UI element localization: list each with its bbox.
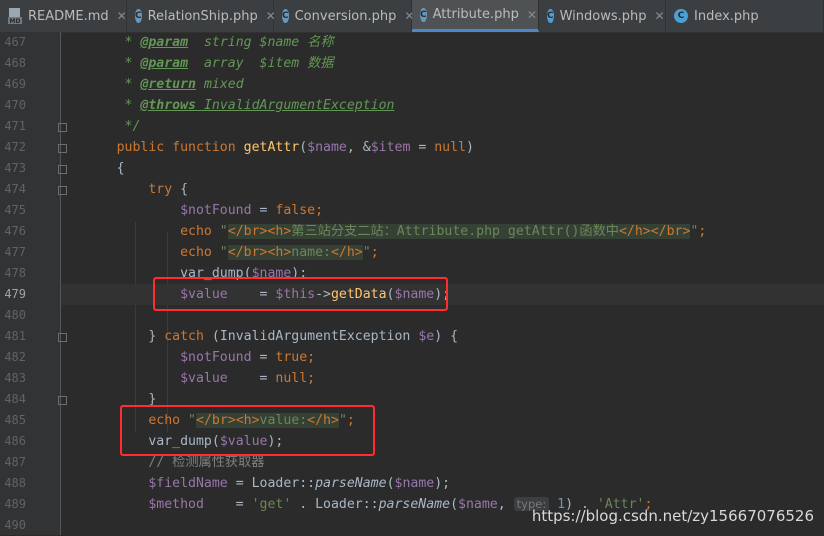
line-number: 476 — [4, 224, 26, 238]
line-number: 482 — [4, 350, 26, 364]
svg-text:MD: MD — [10, 18, 21, 24]
tab-relationship[interactable]: C RelationShip.php ✕ — [127, 0, 276, 32]
code-line: } catch (InvalidArgumentException $e) { — [148, 329, 459, 344]
highlight-box — [120, 405, 375, 456]
code-line: $notFound = false; — [180, 203, 324, 218]
tab-label: Windows.php — [559, 8, 647, 24]
line-number: 467 — [4, 35, 26, 49]
line-number: 472 — [4, 140, 26, 154]
line-number: 474 — [4, 182, 26, 196]
line-number: 488 — [4, 476, 26, 490]
tab-label: Conversion.php — [294, 8, 397, 24]
close-icon[interactable]: ✕ — [655, 9, 665, 23]
watermark: https://blog.csdn.net/zy15667076526 — [531, 507, 814, 525]
line-number: 483 — [4, 371, 26, 385]
code-line: * @throws InvalidArgumentException — [124, 98, 395, 113]
line-number: 478 — [4, 266, 26, 280]
line-number: 484 — [4, 392, 26, 406]
code-line: $notFound = true; — [180, 350, 316, 365]
line-number: 470 — [4, 98, 26, 112]
line-number: 487 — [4, 455, 26, 469]
line-number: 485 — [4, 413, 26, 427]
line-number: 475 — [4, 203, 26, 217]
line-number: 490 — [4, 518, 26, 532]
line-number: 468 — [4, 56, 26, 70]
line-number: 489 — [4, 497, 26, 511]
line-number: 471 — [4, 119, 26, 133]
code-line: */ — [124, 119, 141, 134]
editor-tab-bar: MD README.md ✕ C RelationShip.php ✕ C Co… — [0, 0, 824, 33]
code-line: echo "</br><h>第三站分支二站：Attribute.php getA… — [180, 224, 707, 239]
line-number: 486 — [4, 434, 26, 448]
markdown-file-icon: MD — [8, 8, 22, 24]
code-line: { — [116, 161, 125, 176]
current-line-number: 479 — [4, 287, 26, 301]
class-file-icon: C — [674, 9, 688, 23]
tab-label: Index.php — [694, 8, 759, 24]
tab-readme[interactable]: MD README.md ✕ — [0, 0, 127, 32]
tab-attribute[interactable]: C Attribute.php ✕ — [412, 0, 539, 32]
line-number: 480 — [4, 308, 26, 322]
code-line: try { — [148, 182, 189, 197]
code-line: echo "</br><h>name:</h>"; — [180, 245, 379, 260]
tab-conversion[interactable]: C Conversion.php ✕ — [274, 0, 414, 32]
line-number: 473 — [4, 161, 26, 175]
code-line: * @return mixed — [124, 77, 244, 92]
tab-windows[interactable]: C Windows.php ✕ — [539, 0, 666, 32]
php-file-icon: C — [420, 7, 427, 22]
tab-label: RelationShip.php — [147, 8, 258, 24]
code-line: public function getAttr($name, &$item = … — [116, 140, 474, 155]
tab-label: Attribute.php — [432, 7, 519, 22]
class-file-icon: C — [547, 9, 554, 23]
code-line: $value = null; — [180, 371, 316, 386]
code-line: * @param array $item 数据 — [124, 56, 334, 71]
close-icon[interactable]: ✕ — [117, 9, 127, 23]
line-number: 481 — [4, 329, 26, 343]
line-number: 477 — [4, 245, 26, 259]
php-file-icon: C — [135, 9, 142, 23]
highlight-box — [153, 277, 448, 311]
line-number: 469 — [4, 77, 26, 91]
php-file-icon: C — [282, 9, 289, 23]
close-icon[interactable]: ✕ — [527, 8, 537, 22]
code-line: $fieldName = Loader::parseName($name); — [148, 476, 451, 491]
tab-label: README.md — [28, 8, 109, 24]
tab-index[interactable]: C Index.php — [666, 0, 824, 32]
code-line: * @param string $name 名称 — [124, 35, 334, 50]
